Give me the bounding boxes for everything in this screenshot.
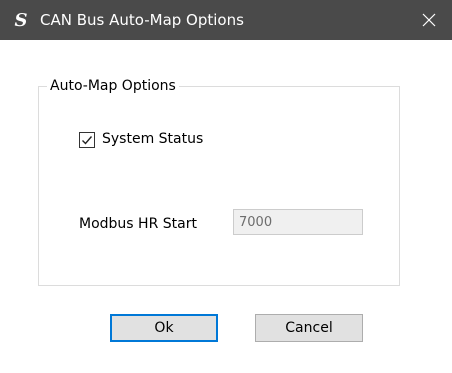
close-button[interactable] [406, 0, 452, 40]
modbus-hr-start-input[interactable] [233, 209, 363, 235]
title-bar[interactable]: S CAN Bus Auto-Map Options [0, 0, 452, 40]
window-title: CAN Bus Auto-Map Options [40, 11, 244, 29]
modbus-hr-start-label: Modbus HR Start [79, 216, 197, 232]
cancel-button[interactable]: Cancel [255, 314, 363, 342]
group-legend: Auto-Map Options [47, 77, 179, 95]
dialog-window: S CAN Bus Auto-Map Options Auto-Map Opti… [0, 0, 452, 373]
auto-map-options-group [38, 86, 400, 286]
close-icon [422, 13, 436, 27]
app-logo-icon: S [14, 10, 28, 31]
checkmark-icon [82, 136, 93, 145]
dialog-client-area: Auto-Map Options System Status Modbus HR… [0, 40, 452, 373]
ok-button[interactable]: Ok [110, 314, 218, 342]
system-status-checkbox[interactable] [79, 132, 95, 148]
system-status-label[interactable]: System Status [102, 130, 203, 148]
